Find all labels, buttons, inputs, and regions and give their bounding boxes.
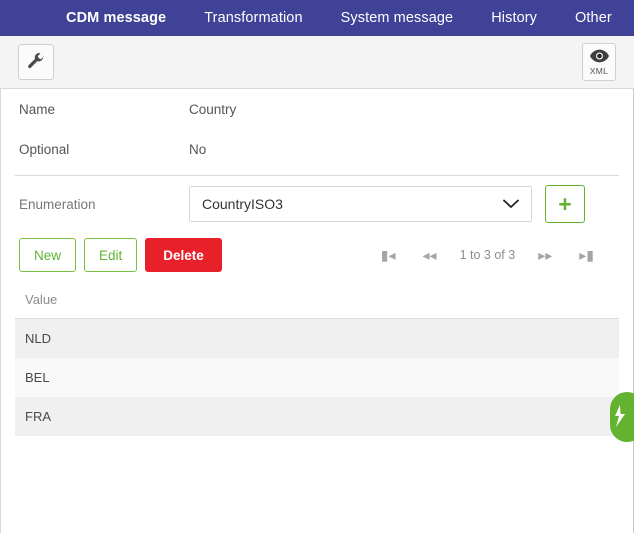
pagination: ▮◂ ◂◂ 1 to 3 of 3 ▸▸ ▸▮ [378,248,597,262]
edit-button[interactable]: Edit [84,238,138,272]
table-header-row: Value [15,286,619,319]
content-panel: Name Country Optional No Enumeration Cou… [0,89,634,533]
table-cell-value: NLD [25,331,52,346]
property-value-name: Country [189,101,237,117]
table-cell-value: BEL [25,370,50,385]
property-label-name: Name [19,101,56,117]
enumeration-row: Enumeration CountryISO3 + [15,176,619,232]
settings-button[interactable] [18,44,54,80]
nav-item-other[interactable]: Other [575,10,612,26]
page-prev-icon[interactable]: ◂◂ [420,248,440,262]
property-label-optional: Optional [19,141,70,157]
top-navigation-bar: CDM message Transformation System messag… [0,0,634,36]
action-row: New Edit Delete ▮◂ ◂◂ 1 to 3 of 3 ▸▸ ▸▮ [15,232,619,278]
delete-button[interactable]: Delete [145,238,222,272]
action-button-group: New Edit Delete [19,238,230,272]
eye-icon [589,49,609,66]
table-cell-value: FRA [25,409,51,424]
add-enumeration-button[interactable]: + [545,185,585,223]
nav-item-transformation[interactable]: Transformation [204,10,302,26]
nav-item-cdm-message[interactable]: CDM message [66,10,166,26]
enumeration-select[interactable]: CountryISO3 [189,186,532,222]
table-column-value: Value [15,286,619,319]
property-row-optional: Optional No [15,129,619,169]
enumeration-values-table: Value NLD BEL FRA [15,286,619,436]
table-row[interactable]: BEL [15,358,619,397]
enumeration-selected-value: CountryISO3 [202,196,283,212]
property-row-name: Name Country [15,89,619,129]
wrench-icon [26,51,46,74]
pagination-status: 1 to 3 of 3 [459,248,516,262]
table-row[interactable]: NLD [15,318,619,358]
toolbar: XML [0,36,634,89]
page-first-icon[interactable]: ▮◂ [378,248,399,262]
chevron-down-icon [503,197,519,212]
property-value-optional: No [189,141,207,157]
nav-item-system-message[interactable]: System message [341,10,454,26]
xml-label: XML [589,65,609,76]
enumeration-label: Enumeration [19,196,96,212]
page-last-icon[interactable]: ▸▮ [576,248,597,262]
feedback-tab[interactable] [610,392,634,442]
plus-icon: + [558,191,572,217]
feedback-icon [613,404,627,431]
new-button[interactable]: New [19,238,77,272]
nav-item-history[interactable]: History [491,10,537,26]
view-xml-button[interactable]: XML [582,43,616,81]
table-row[interactable]: FRA [15,397,619,436]
page-next-icon[interactable]: ▸▸ [535,248,555,262]
